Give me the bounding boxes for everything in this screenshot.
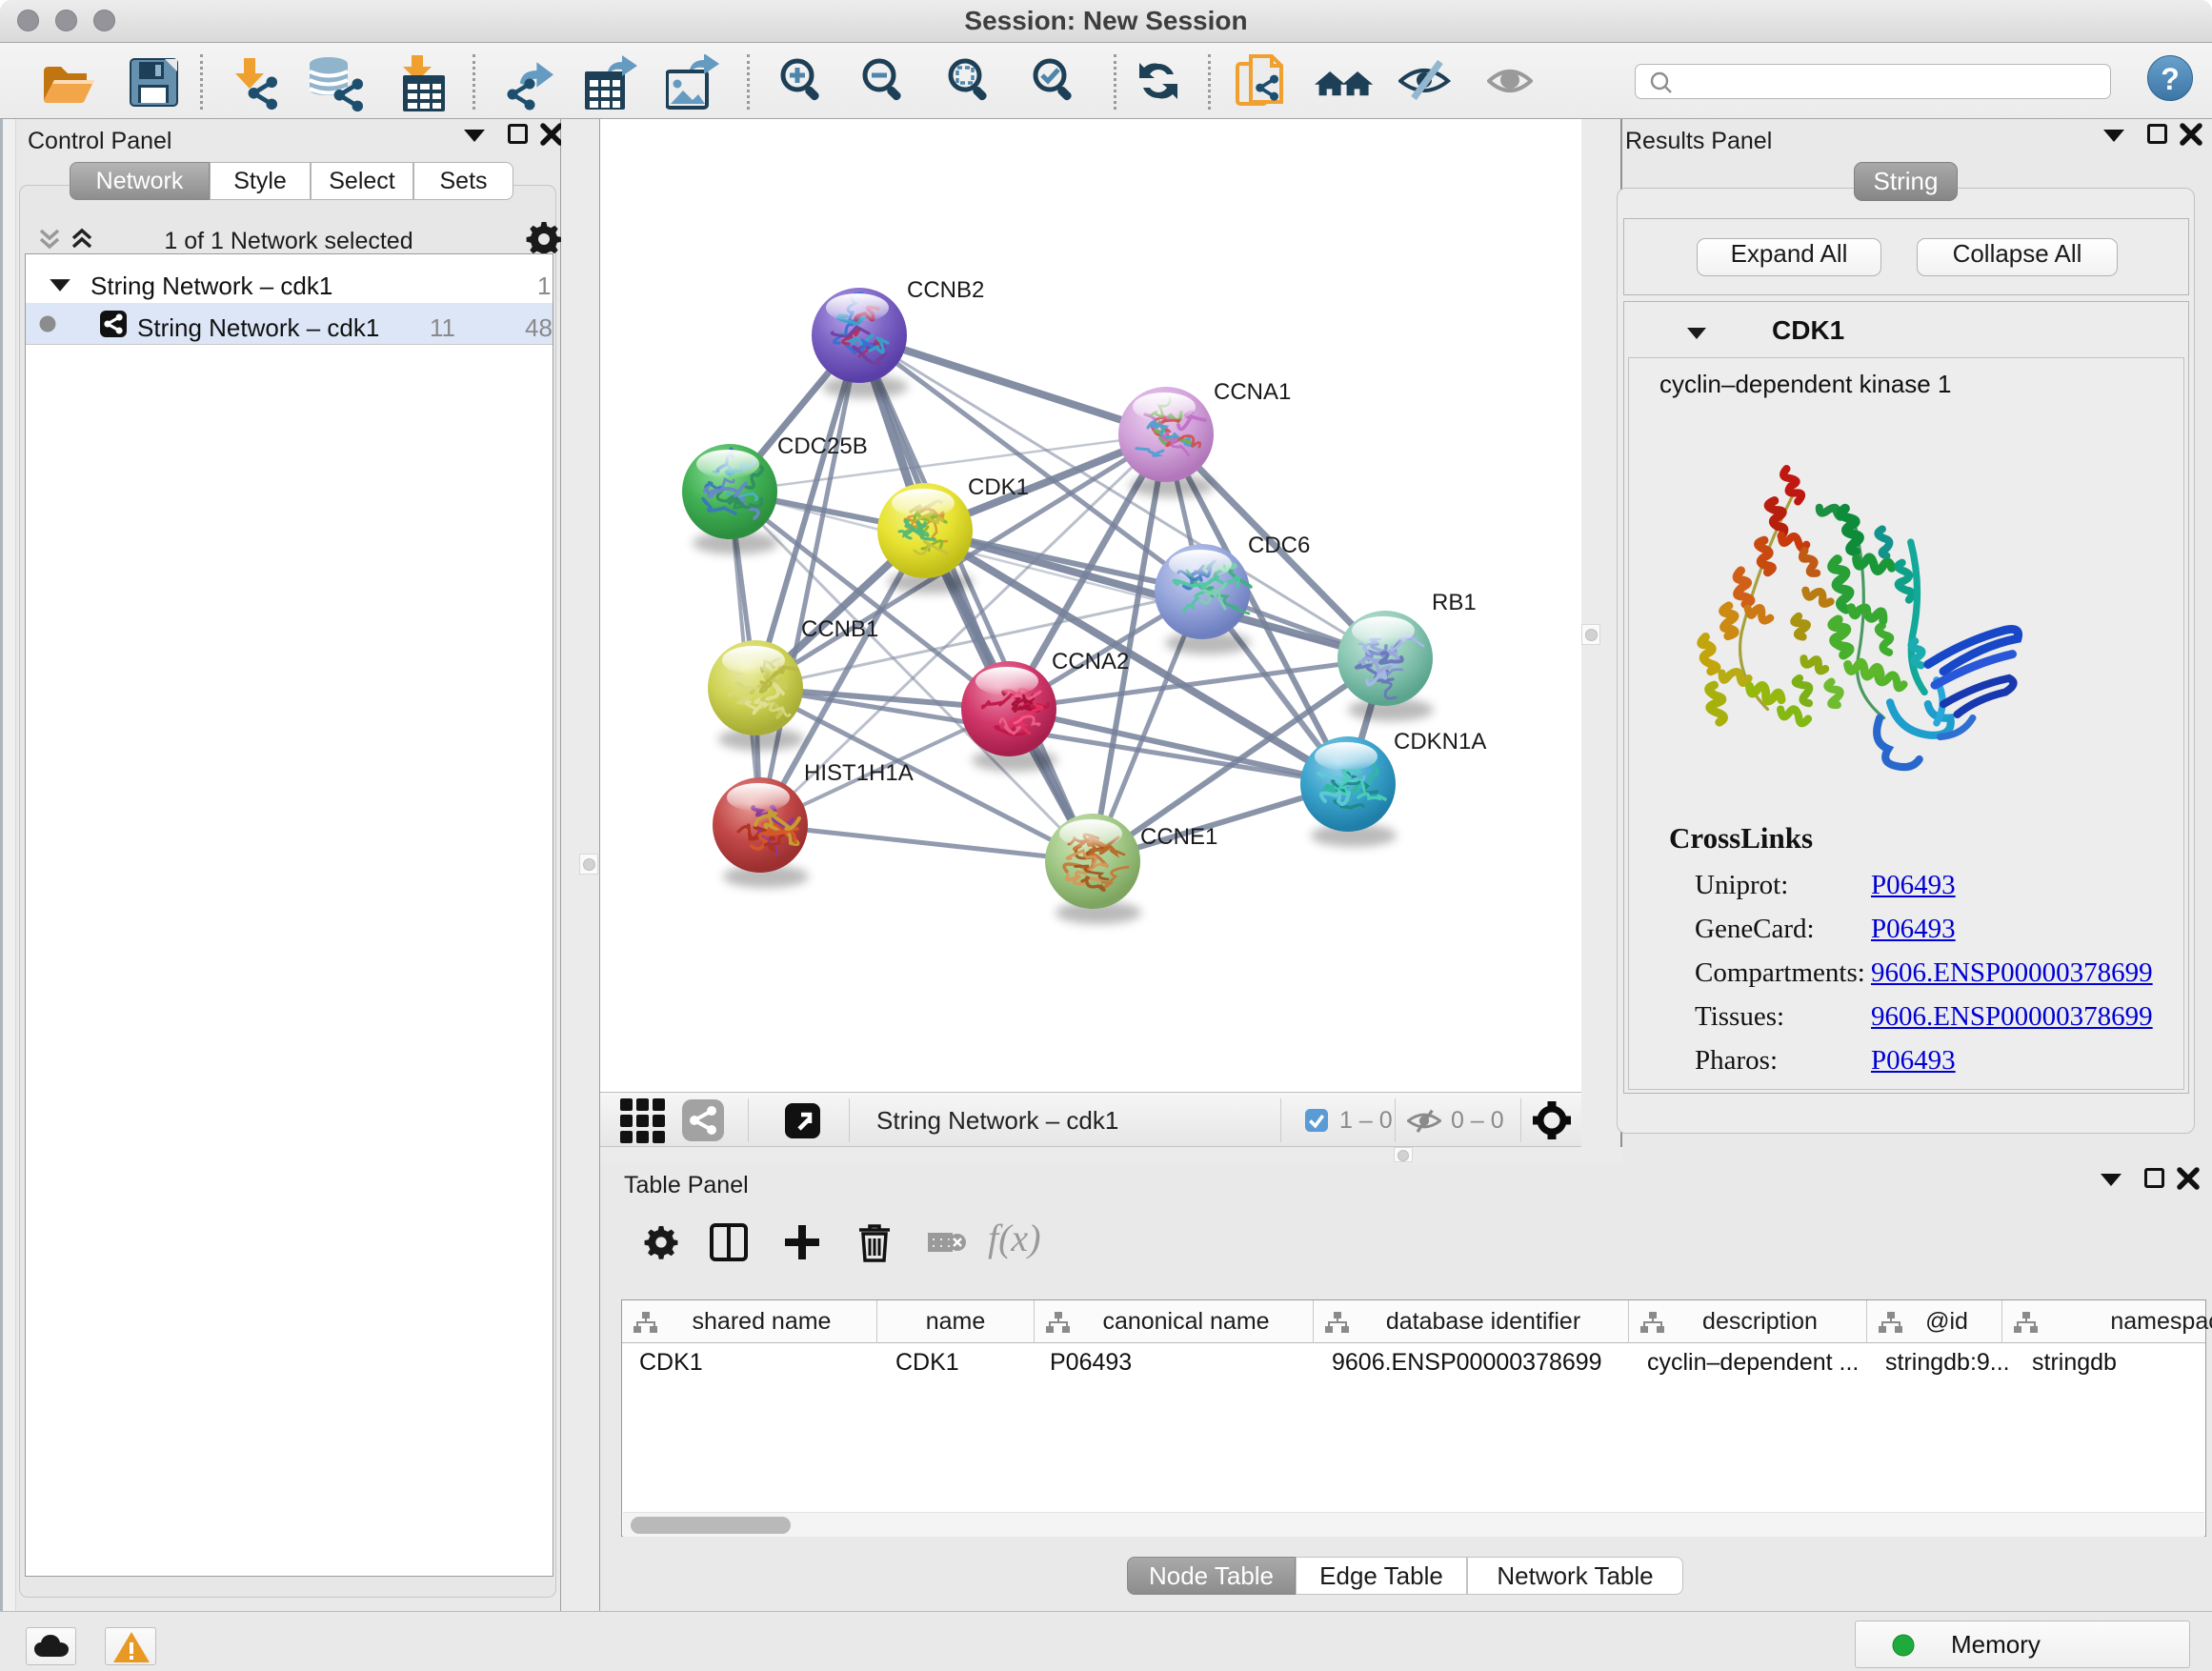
svg-text:CCNB2: CCNB2 [907,277,984,303]
svg-text:CDC25B: CDC25B [777,433,868,459]
svg-text:CCNB1: CCNB1 [801,616,878,642]
svg-text:CCNA1: CCNA1 [1214,379,1291,405]
svg-text:CDKN1A: CDKN1A [1394,729,1486,755]
svg-text:CCNE1: CCNE1 [1140,824,1217,850]
svg-text:CCNA2: CCNA2 [1052,649,1129,674]
svg-text:HIST1H1A: HIST1H1A [804,760,914,786]
svg-text:CDC6: CDC6 [1248,533,1310,558]
svg-text:CDK1: CDK1 [968,474,1029,500]
svg-text:RB1: RB1 [1432,590,1477,615]
